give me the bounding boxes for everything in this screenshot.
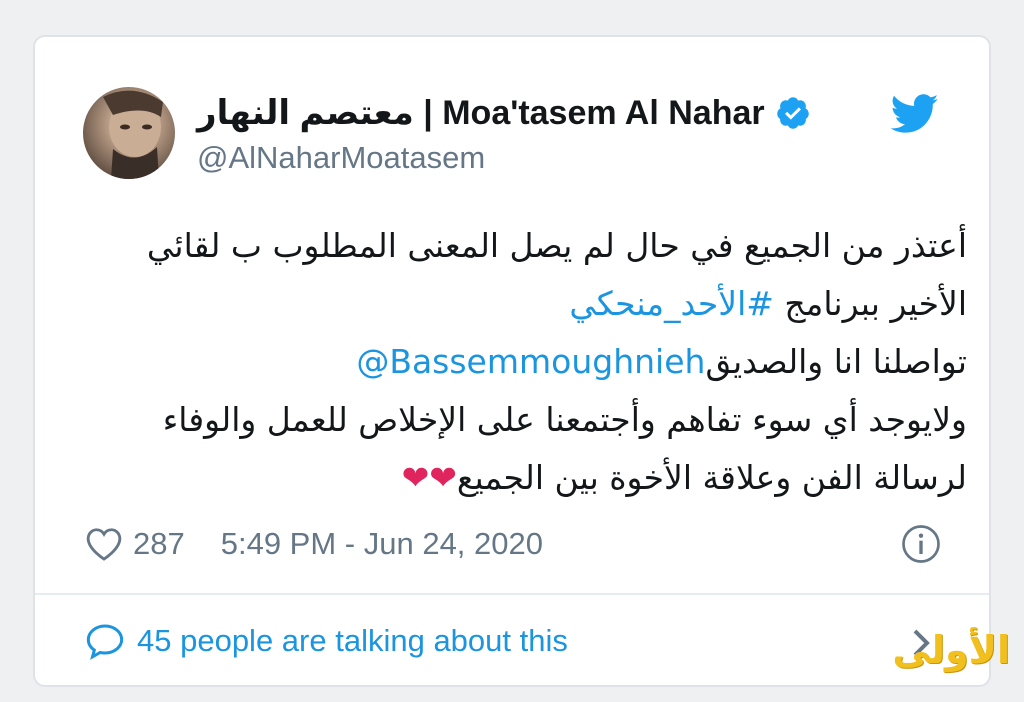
heart-outline-icon[interactable] xyxy=(85,526,123,562)
divider xyxy=(35,593,989,595)
tweet-line-3-text: تواصلنا انا والصديق xyxy=(705,342,967,381)
avatar[interactable] xyxy=(83,87,175,179)
tweet-timestamp[interactable]: 5:49 PM - Jun 24, 2020 xyxy=(221,526,543,562)
mention-link[interactable]: @Bassemmoughnieh xyxy=(356,342,705,381)
verified-badge-icon xyxy=(776,97,809,129)
tweet-text: أعتذر من الجميع في حال لم يصل المعنى الم… xyxy=(67,217,967,507)
display-name[interactable]: معتصم النهار | Moa'tasem Al Nahar xyxy=(197,93,765,133)
like-count[interactable]: 287 xyxy=(133,526,185,562)
conversation-link[interactable]: 45 people are talking about this xyxy=(85,619,568,663)
tweet-line-1: أعتذر من الجميع في حال لم يصل المعنى الم… xyxy=(146,226,967,265)
tweet-line-3: تواصلنا انا والصديق@Bassemmoughnieh xyxy=(67,333,967,391)
author-handle[interactable]: @AlNaharMoatasem xyxy=(197,140,485,176)
talking-about-text[interactable]: 45 people are talking about this xyxy=(137,623,568,659)
tweet-line-2-text: الأخير ببرنامج xyxy=(773,284,967,323)
tweet-line-4: ولايوجد أي سوء تفاهم وأجتمعنا على الإخلا… xyxy=(162,400,967,439)
heart-emoji-icon: ❤❤ xyxy=(401,458,463,497)
tweet-embed-card: معتصم النهار | Moa'tasem Al Nahar @AlNah… xyxy=(33,35,991,687)
speech-bubble-icon xyxy=(86,624,124,660)
tweet-meta: 287 5:49 PM - Jun 24, 2020 xyxy=(85,522,543,566)
tweet-line-5: لرسالة الفن وعلاقة الأخوة بين الجميع❤❤ xyxy=(67,449,967,507)
tweet-line-5-text: لرسالة الفن وعلاقة الأخوة بين الجميع xyxy=(456,458,967,497)
author-name-row[interactable]: معتصم النهار | Moa'tasem Al Nahar xyxy=(197,91,811,135)
twitter-bird-icon[interactable] xyxy=(891,94,939,134)
watermark-logo: الأولى xyxy=(892,628,1010,672)
info-icon[interactable] xyxy=(901,524,941,564)
hashtag-link[interactable]: #الأحد_منحكي xyxy=(569,284,774,323)
tweet-line-2: الأخير ببرنامج #الأحد_منحكي xyxy=(67,275,967,333)
